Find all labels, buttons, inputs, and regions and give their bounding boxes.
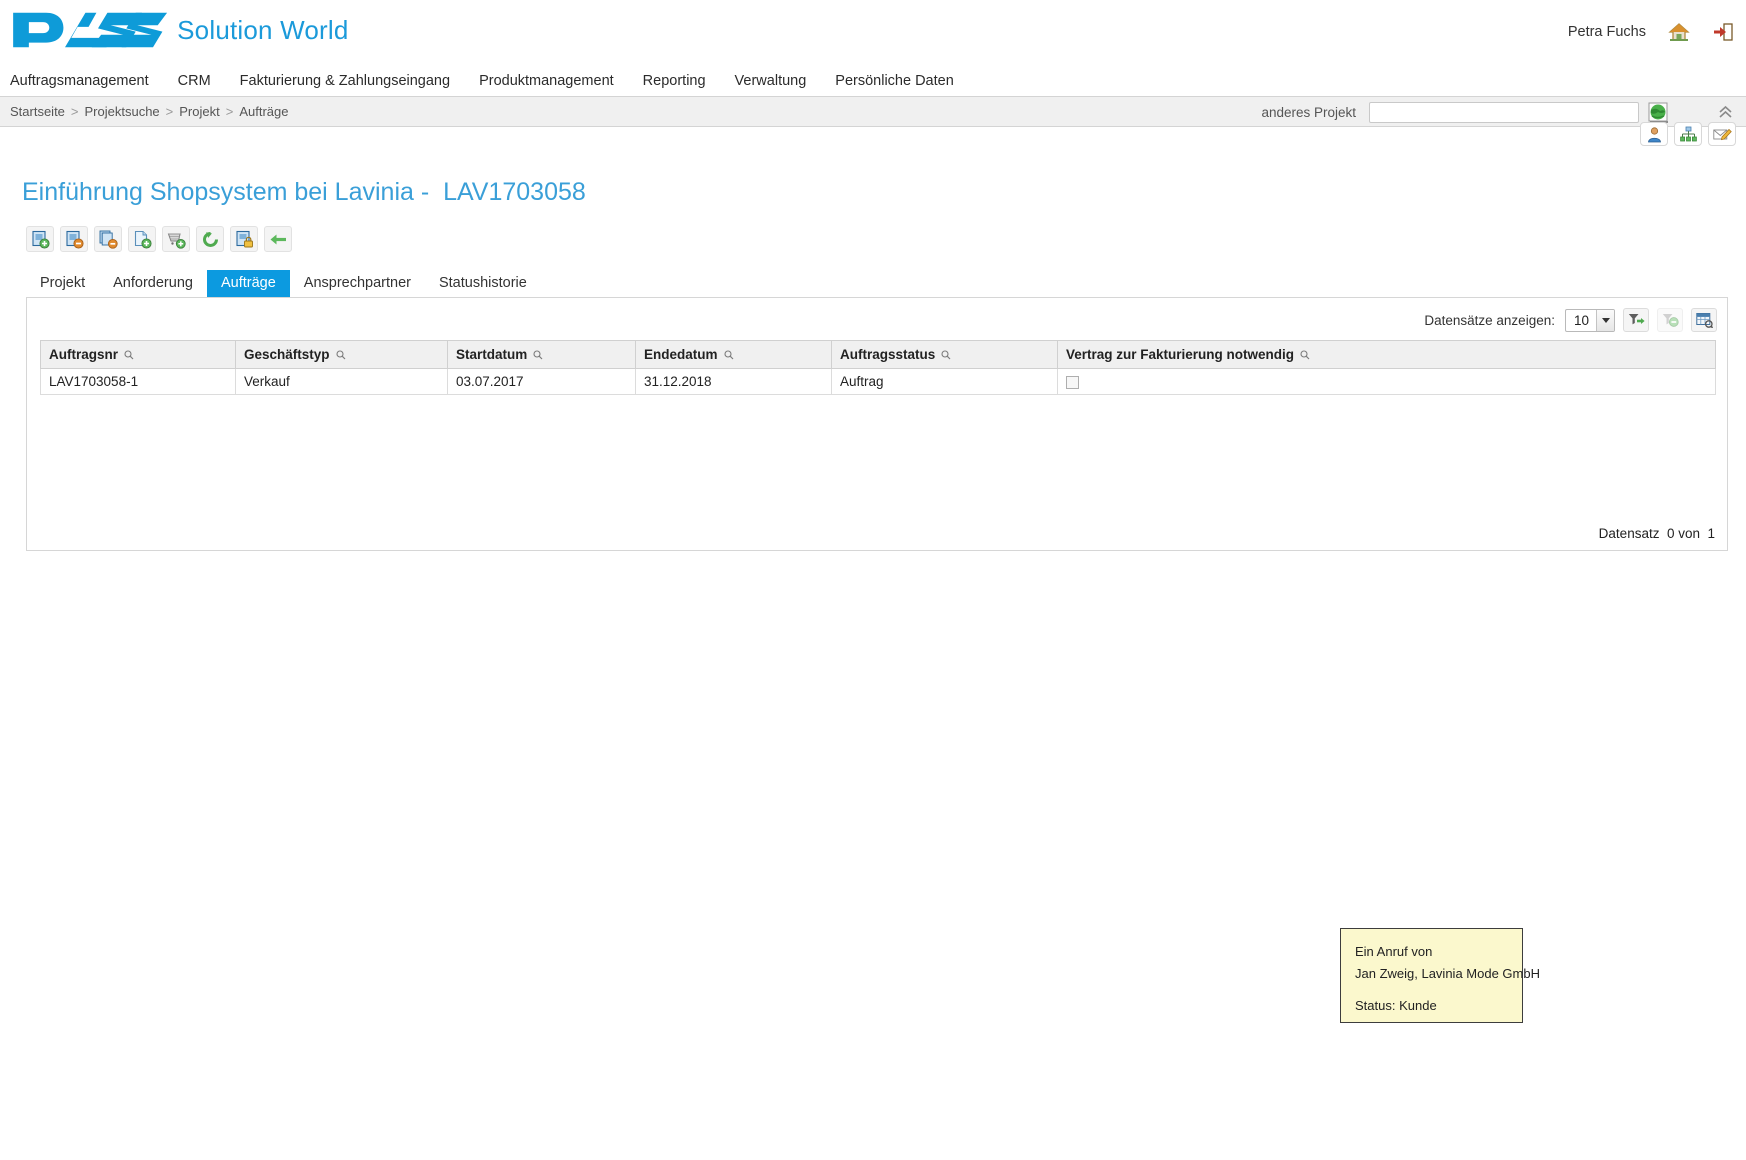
nav-item-persoenliche-daten[interactable]: Persönliche Daten — [835, 73, 969, 89]
column-label: Geschäftstyp — [244, 347, 330, 362]
column-label: Auftragsstatus — [840, 347, 936, 362]
column-header-vertrag-notwendig[interactable]: Vertrag zur Fakturierung notwendig — [1057, 340, 1716, 369]
tab-auftraege[interactable]: Aufträge — [206, 270, 290, 297]
grid-controls: Datensätze anzeigen: 10 — [1424, 308, 1717, 332]
records-per-page-value: 10 — [1573, 312, 1589, 328]
action-toolbar — [26, 226, 292, 252]
cell-startdatum: 03.07.2017 — [447, 368, 636, 395]
toast-line-1: Ein Anruf von — [1355, 944, 1433, 959]
toast-spacer — [1355, 986, 1508, 995]
breadcrumb-separator: > — [225, 104, 234, 119]
project-search-input[interactable] — [1369, 102, 1639, 123]
nav-item-fakturierung[interactable]: Fakturierung & Zahlungseingang — [240, 73, 465, 89]
page-add-icon[interactable] — [128, 226, 156, 252]
column-search-icon[interactable] — [124, 349, 134, 360]
table-header-row: Auftragsnr Geschäftstyp Startdatum Ended… — [40, 340, 1716, 369]
column-label: Auftragsnr — [49, 347, 119, 362]
breadcrumb-item-projektsuche[interactable]: Projektsuche — [85, 104, 160, 119]
filter-clear-icon[interactable] — [1657, 308, 1683, 332]
nav-item-crm[interactable]: CRM — [178, 73, 226, 89]
table-row[interactable]: LAV1703058-1 Verkauf 03.07.2017 31.12.20… — [40, 368, 1716, 395]
pass-logo-mark — [13, 12, 168, 48]
cell-auftragsnr: LAV1703058-1 — [40, 368, 236, 395]
column-header-endedatum[interactable]: Endedatum — [635, 340, 832, 369]
nav-item-produktmanagement[interactable]: Produktmanagement — [479, 73, 629, 89]
tab-ansprechpartner[interactable]: Ansprechpartner — [290, 270, 425, 297]
breadcrumb-separator: > — [70, 104, 79, 119]
cart-add-icon[interactable] — [162, 226, 190, 252]
logout-icon[interactable] — [1712, 22, 1734, 42]
cell-geschaeftstyp: Verkauf — [235, 368, 448, 395]
vertrag-notwendig-checkbox[interactable] — [1066, 375, 1079, 389]
document-add-icon[interactable] — [26, 226, 54, 252]
incoming-call-toast[interactable]: Ein Anruf von Jan Zweig, Lavinia Mode Gm… — [1340, 928, 1540, 1023]
breadcrumb-item-projekt[interactable]: Projekt — [179, 104, 219, 119]
document-lock-icon[interactable] — [230, 226, 258, 252]
page-title: Einführung Shopsystem bei Lavinia - LAV1… — [22, 178, 586, 206]
tab-projekt[interactable]: Projekt — [26, 270, 99, 297]
app-logo-text: Solution World — [177, 14, 349, 45]
records-per-page-select[interactable]: 10 — [1564, 308, 1615, 332]
auftraege-table: Auftragsnr Geschäftstyp Startdatum Ended… — [40, 340, 1716, 395]
breadcrumb-separator: > — [165, 104, 174, 119]
nav-item-auftragsmanagement[interactable]: Auftragsmanagement — [10, 73, 164, 89]
arrow-left-green-icon[interactable] — [264, 226, 292, 252]
column-search-icon[interactable] — [1300, 349, 1310, 360]
column-header-auftragsstatus[interactable]: Auftragsstatus — [831, 340, 1058, 369]
breadcrumb-item-startseite[interactable]: Startseite — [10, 104, 65, 119]
home-icon[interactable] — [1668, 22, 1690, 42]
toast-line-3: Status: Kunde — [1355, 997, 1437, 1013]
column-search-icon[interactable] — [533, 349, 543, 360]
refresh-green-icon[interactable] — [196, 226, 224, 252]
cell-auftragsstatus: Auftrag — [831, 368, 1058, 395]
nav-item-verwaltung[interactable]: Verwaltung — [735, 73, 822, 89]
globe-search-icon[interactable] — [1648, 102, 1670, 124]
cell-vertrag-notwendig — [1057, 368, 1716, 395]
column-search-icon[interactable] — [941, 349, 951, 360]
column-search-icon[interactable] — [335, 349, 346, 360]
record-count-footer: Datensatz 0 von 1 — [1598, 526, 1715, 541]
tab-statushistorie[interactable]: Statushistorie — [425, 270, 541, 297]
documents-remove-icon[interactable] — [94, 226, 122, 252]
cell-endedatum: 31.12.2018 — [635, 368, 832, 395]
envelope-edit-icon[interactable] — [1708, 122, 1736, 146]
current-user-name: Petra Fuchs — [1567, 24, 1646, 40]
app-logo[interactable]: Solution World — [10, 8, 349, 52]
column-header-auftragsnr[interactable]: Auftragsnr — [40, 340, 236, 369]
org-chart-icon[interactable] — [1674, 122, 1702, 146]
filter-apply-icon[interactable] — [1623, 308, 1649, 332]
breadcrumb-item-auftraege: Aufträge — [239, 104, 289, 119]
column-label: Endedatum — [644, 347, 718, 362]
column-label: Vertrag zur Fakturierung notwendig — [1066, 347, 1295, 362]
collapse-panel-icon[interactable] — [1712, 104, 1738, 122]
column-label: Startdatum — [456, 347, 528, 362]
toast-line-2: Jan Zweig, Lavinia Mode GmbH — [1355, 966, 1540, 982]
project-search-label: anderes Projekt — [1261, 105, 1356, 120]
breadcrumb-bar: Startseite > Projektsuche > Projekt > Au… — [0, 96, 1746, 127]
column-header-geschaeftstyp[interactable]: Geschäftstyp — [235, 340, 448, 369]
tab-anforderung[interactable]: Anforderung — [99, 270, 207, 297]
table-export-icon[interactable] — [1691, 308, 1717, 332]
document-remove-icon[interactable] — [60, 226, 88, 252]
contact-person-icon[interactable] — [1640, 122, 1668, 146]
content-tabs: Projekt Anforderung Aufträge Ansprechpar… — [26, 270, 541, 297]
column-header-startdatum[interactable]: Startdatum — [447, 340, 636, 369]
side-icon-toolbar — [1640, 122, 1736, 146]
auftraege-panel: Datensätze anzeigen: 10 Auftragsnr Gesch… — [26, 297, 1728, 551]
chevron-down-icon[interactable] — [1596, 309, 1614, 331]
app-header: Solution World Petra Fuchs — [0, 0, 1746, 66]
nav-item-reporting[interactable]: Reporting — [643, 73, 721, 89]
column-search-icon[interactable] — [723, 349, 734, 360]
header-right-group: Petra Fuchs — [1568, 22, 1734, 42]
records-per-page-label: Datensätze anzeigen: — [1424, 312, 1555, 328]
main-navigation: Auftragsmanagement CRM Fakturierung & Za… — [0, 66, 1746, 96]
